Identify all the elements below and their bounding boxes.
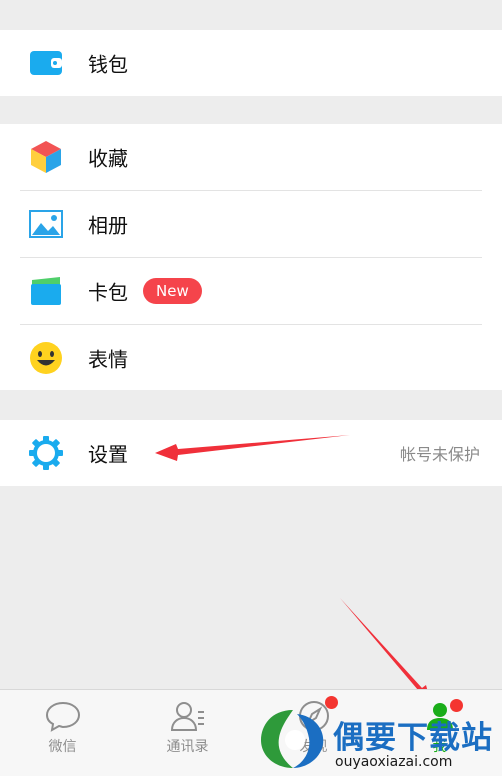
site-watermark: 偶要下载站 ouyaoxiazai.com [255, 706, 502, 775]
wallet-group: 钱包 [0, 30, 502, 96]
menu-label-album: 相册 [88, 213, 128, 238]
menu-label-wallet: 钱包 [88, 52, 128, 77]
tab-label-chats: 微信 [48, 739, 77, 755]
menu-item-stickers[interactable]: 表情 [0, 325, 502, 391]
new-badge: New [143, 278, 202, 304]
image-icon [29, 207, 63, 241]
card-icon [29, 274, 63, 308]
menu-item-wallet[interactable]: 钱包 [0, 30, 502, 96]
watermark-title: 偶要下载站 [333, 720, 493, 756]
menu-item-favorites[interactable]: 收藏 [0, 124, 502, 190]
menu-label-favorites: 收藏 [88, 146, 128, 171]
cube-icon [29, 140, 63, 174]
watermark-logo [261, 710, 324, 768]
menu-item-cards[interactable]: 卡包 New [0, 258, 502, 324]
media-group: 收藏 相册 卡包 New 表情 [0, 124, 502, 390]
tab-chats[interactable]: 微信 [0, 690, 125, 776]
smiley-icon [29, 341, 63, 375]
menu-item-settings[interactable]: 设置 帐号未保护 [0, 420, 502, 486]
chat-bubble-icon [45, 701, 80, 732]
menu-label-settings: 设置 [88, 442, 128, 467]
menu-item-album[interactable]: 相册 [0, 191, 502, 257]
account-unprotected-note: 帐号未保护 [399, 445, 480, 464]
tab-label-contacts: 通讯录 [166, 739, 209, 755]
contacts-icon [170, 702, 204, 731]
tab-contacts[interactable]: 通讯录 [125, 690, 250, 776]
settings-group: 设置 帐号未保护 [0, 420, 502, 486]
menu-label-cards: 卡包 [88, 280, 128, 305]
watermark-url: ouyaoxiazai.com [335, 754, 453, 770]
gear-icon [29, 436, 63, 470]
wallet-icon [29, 46, 63, 80]
menu-label-stickers: 表情 [88, 347, 128, 372]
